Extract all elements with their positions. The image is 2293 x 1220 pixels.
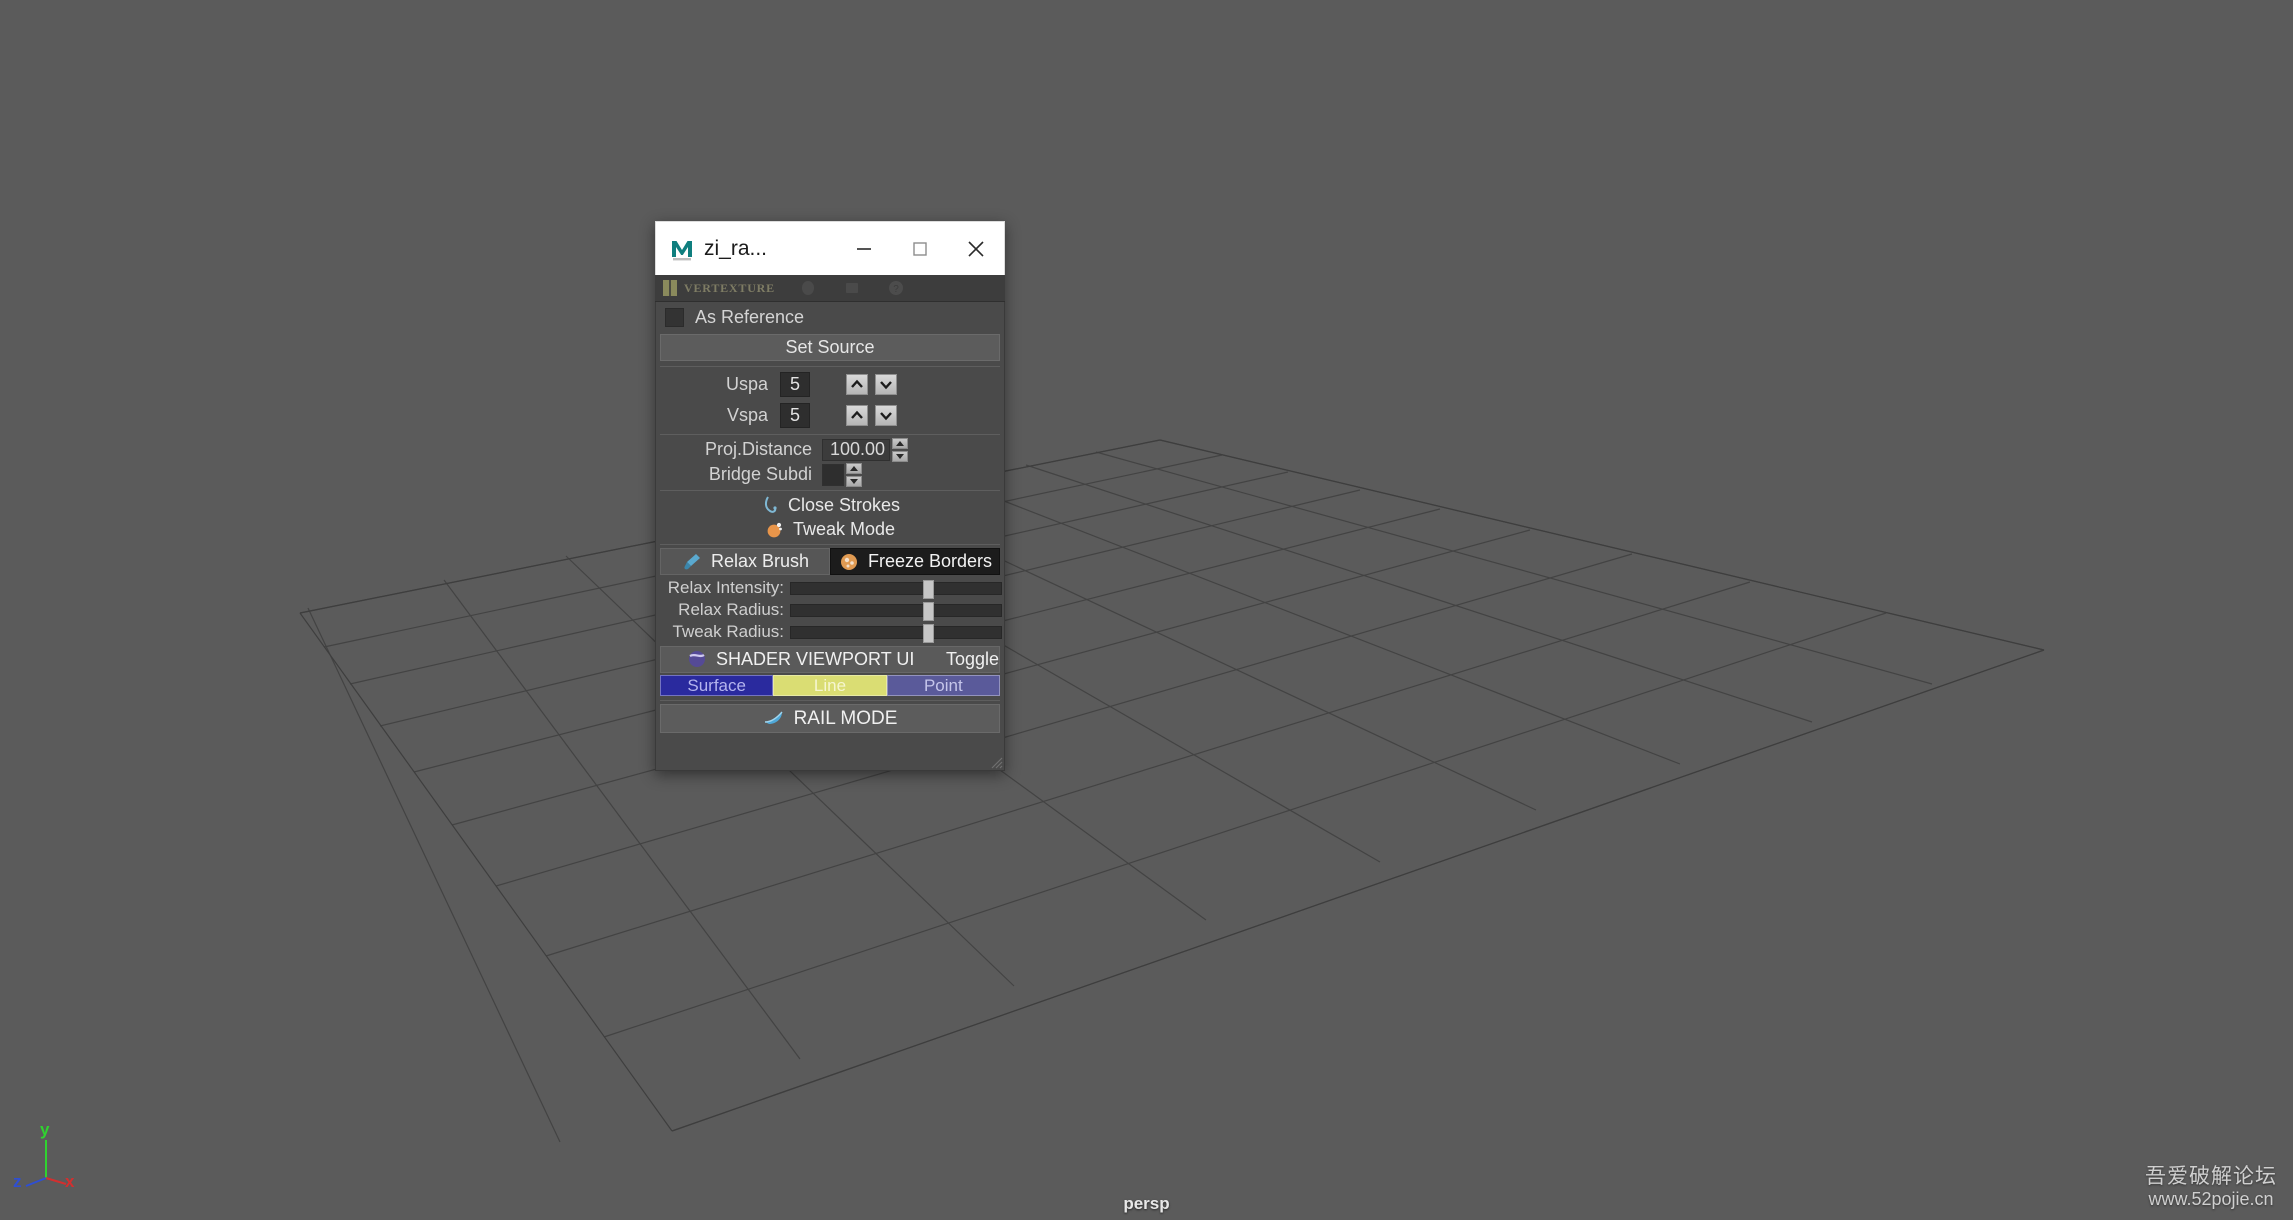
close-strokes-label: Close Strokes xyxy=(787,494,901,515)
vspan-label: Vspa xyxy=(726,405,768,425)
svg-text:?: ? xyxy=(893,284,899,295)
watermark-line-1: 吾爱破解论坛 xyxy=(2145,1165,2277,1189)
watermark-line-2: www.52pojie.cn xyxy=(2148,1189,2274,1210)
shader-toggle-label[interactable]: Toggle xyxy=(946,649,999,670)
as-reference-row[interactable]: As Reference xyxy=(656,302,1004,332)
projection-group: Proj.Distance 100.00 Bridge Subdi xyxy=(660,434,1000,487)
window-title-bar[interactable]: zi_ra... xyxy=(655,221,1005,275)
bridge-subdiv-label: Bridge Subdi xyxy=(708,464,812,484)
display-mode-point[interactable]: Point xyxy=(886,675,1000,696)
set-source-button[interactable]: Set Source xyxy=(660,334,1000,361)
rail-wing-icon xyxy=(763,709,785,729)
display-mode-surface-label: Surface xyxy=(687,675,746,695)
vertexture-brand-bar: VERTEXTURE ? xyxy=(655,275,1005,302)
proj-distance-label: Proj.Distance xyxy=(704,439,812,459)
window-title-text: zi_ra... xyxy=(704,236,768,260)
window-resize-grip[interactable] xyxy=(987,753,1003,769)
vspan-increment-icon[interactable] xyxy=(846,405,868,426)
brush-toggle-row: Relax Brush Freeze Borders xyxy=(660,544,1000,575)
relax-intensity-handle[interactable] xyxy=(923,579,935,599)
vspan-value[interactable]: 5 xyxy=(780,403,810,428)
ground-grid xyxy=(299,439,2045,1143)
bridge-subdiv-down-icon[interactable] xyxy=(846,475,862,487)
axis-label-y: y xyxy=(40,1120,50,1139)
display-mode-line-label: Line xyxy=(813,675,847,695)
purple-sphere-icon xyxy=(687,649,708,670)
relax-radius-row[interactable]: Relax Radius: xyxy=(656,599,1004,621)
shader-viewport-ui-label: SHADER VIEWPORT UI xyxy=(716,649,915,669)
tweak-mode-label: Tweak Mode xyxy=(792,518,896,539)
proj-distance-down-icon[interactable] xyxy=(892,450,908,462)
brush-icon xyxy=(681,551,703,573)
hook-stroke-icon xyxy=(760,495,781,516)
bridge-subdiv-row[interactable]: Bridge Subdi xyxy=(660,462,1000,487)
stroke-actions-group: Close Strokes Tweak Mode xyxy=(660,490,1000,541)
maya-m-logo-icon xyxy=(669,235,695,262)
shader-viewport-ui-bar[interactable]: SHADER VIEWPORT UI Toggle xyxy=(660,646,1000,673)
rail-mode-label: RAIL MODE xyxy=(793,707,898,729)
uspan-increment-icon[interactable] xyxy=(846,374,868,395)
uspan-row[interactable]: Uspa 5 xyxy=(660,369,1000,400)
orange-blob-icon xyxy=(765,519,786,540)
bridge-subdiv-input[interactable] xyxy=(822,463,844,486)
relax-intensity-slider[interactable] xyxy=(790,579,1002,599)
relax-radius-handle[interactable] xyxy=(923,601,935,621)
proj-distance-input[interactable]: 100.00 xyxy=(822,438,890,461)
relax-radius-slider[interactable] xyxy=(790,601,1002,621)
vertexture-brand-name: VERTEXTURE xyxy=(684,280,775,295)
proj-distance-up-icon[interactable] xyxy=(892,437,908,449)
freeze-borders-label: Freeze Borders xyxy=(867,551,993,571)
vspan-arrows xyxy=(846,405,897,426)
uv-span-group: Uspa 5 Vspa 5 xyxy=(660,366,1000,431)
relax-intensity-row[interactable]: Relax Intensity: xyxy=(656,577,1004,599)
relax-radius-label: Relax Radius: xyxy=(678,600,784,619)
freeze-borders-button[interactable]: Freeze Borders xyxy=(830,548,1000,575)
as-reference-checkbox[interactable] xyxy=(665,307,684,327)
relax-brush-label: Relax Brush xyxy=(710,551,810,571)
freeze-sphere-icon xyxy=(838,551,860,573)
close-strokes-button[interactable]: Close Strokes xyxy=(660,493,1000,517)
display-mode-point-label: Point xyxy=(923,675,963,695)
set-source-label: Set Source xyxy=(785,337,875,357)
tweak-radius-label: Tweak Radius: xyxy=(672,622,785,641)
as-reference-label: As Reference xyxy=(695,306,805,327)
axis-label-z: z xyxy=(13,1172,22,1191)
brand-icon-1[interactable] xyxy=(797,277,819,299)
maya-3d-viewport[interactable]: y x z persp 吾爱破解论坛 www.52pojie.cn zi_ra.… xyxy=(0,0,2293,1220)
uspan-value[interactable]: 5 xyxy=(780,372,810,397)
uspan-arrows xyxy=(846,374,897,395)
proj-distance-spinner xyxy=(892,437,908,462)
brand-icon-2[interactable] xyxy=(841,277,863,299)
bridge-subdiv-up-icon[interactable] xyxy=(846,462,862,474)
tweak-radius-slider[interactable] xyxy=(790,623,1002,643)
rail-mode-button[interactable]: RAIL MODE xyxy=(660,704,1000,733)
maximize-icon[interactable] xyxy=(892,223,948,275)
forum-watermark: 吾爱破解论坛 www.52pojie.cn xyxy=(2145,1165,2277,1210)
tweak-radius-handle[interactable] xyxy=(923,623,935,643)
display-mode-surface[interactable]: Surface xyxy=(660,675,774,696)
help-icon[interactable]: ? xyxy=(885,277,907,299)
uspan-decrement-icon[interactable] xyxy=(875,374,897,395)
uspan-label: Uspa xyxy=(725,374,768,394)
axis-label-x: x xyxy=(65,1172,75,1191)
minimize-icon[interactable] xyxy=(836,223,892,275)
vspan-decrement-icon[interactable] xyxy=(875,405,897,426)
display-mode-line[interactable]: Line xyxy=(773,675,887,696)
vertexture-tool-window[interactable]: zi_ra... VERTEXTURE ? As Reference Set S… xyxy=(655,221,1005,771)
tweak-mode-button[interactable]: Tweak Mode xyxy=(660,517,1000,541)
rail-mode-group: RAIL MODE xyxy=(660,700,1000,733)
close-icon[interactable] xyxy=(948,223,1004,275)
camera-name-label: persp xyxy=(1123,1194,1170,1213)
tool-panel-body: As Reference Set Source Uspa 5 Vspa 5 Pr… xyxy=(655,302,1005,771)
relax-intensity-label: Relax Intensity: xyxy=(667,578,784,597)
proj-distance-row[interactable]: Proj.Distance 100.00 xyxy=(660,437,1000,462)
vspan-row[interactable]: Vspa 5 xyxy=(660,400,1000,431)
vertexture-leaf-logo-icon xyxy=(660,277,682,299)
relax-brush-button[interactable]: Relax Brush xyxy=(660,548,830,575)
display-mode-row: Surface Line Point xyxy=(660,675,1000,696)
sliders-group: Relax Intensity: Relax Radius: Tweak Rad… xyxy=(656,577,1004,643)
bridge-subdiv-spinner xyxy=(846,462,862,487)
tweak-radius-row[interactable]: Tweak Radius: xyxy=(656,621,1004,643)
